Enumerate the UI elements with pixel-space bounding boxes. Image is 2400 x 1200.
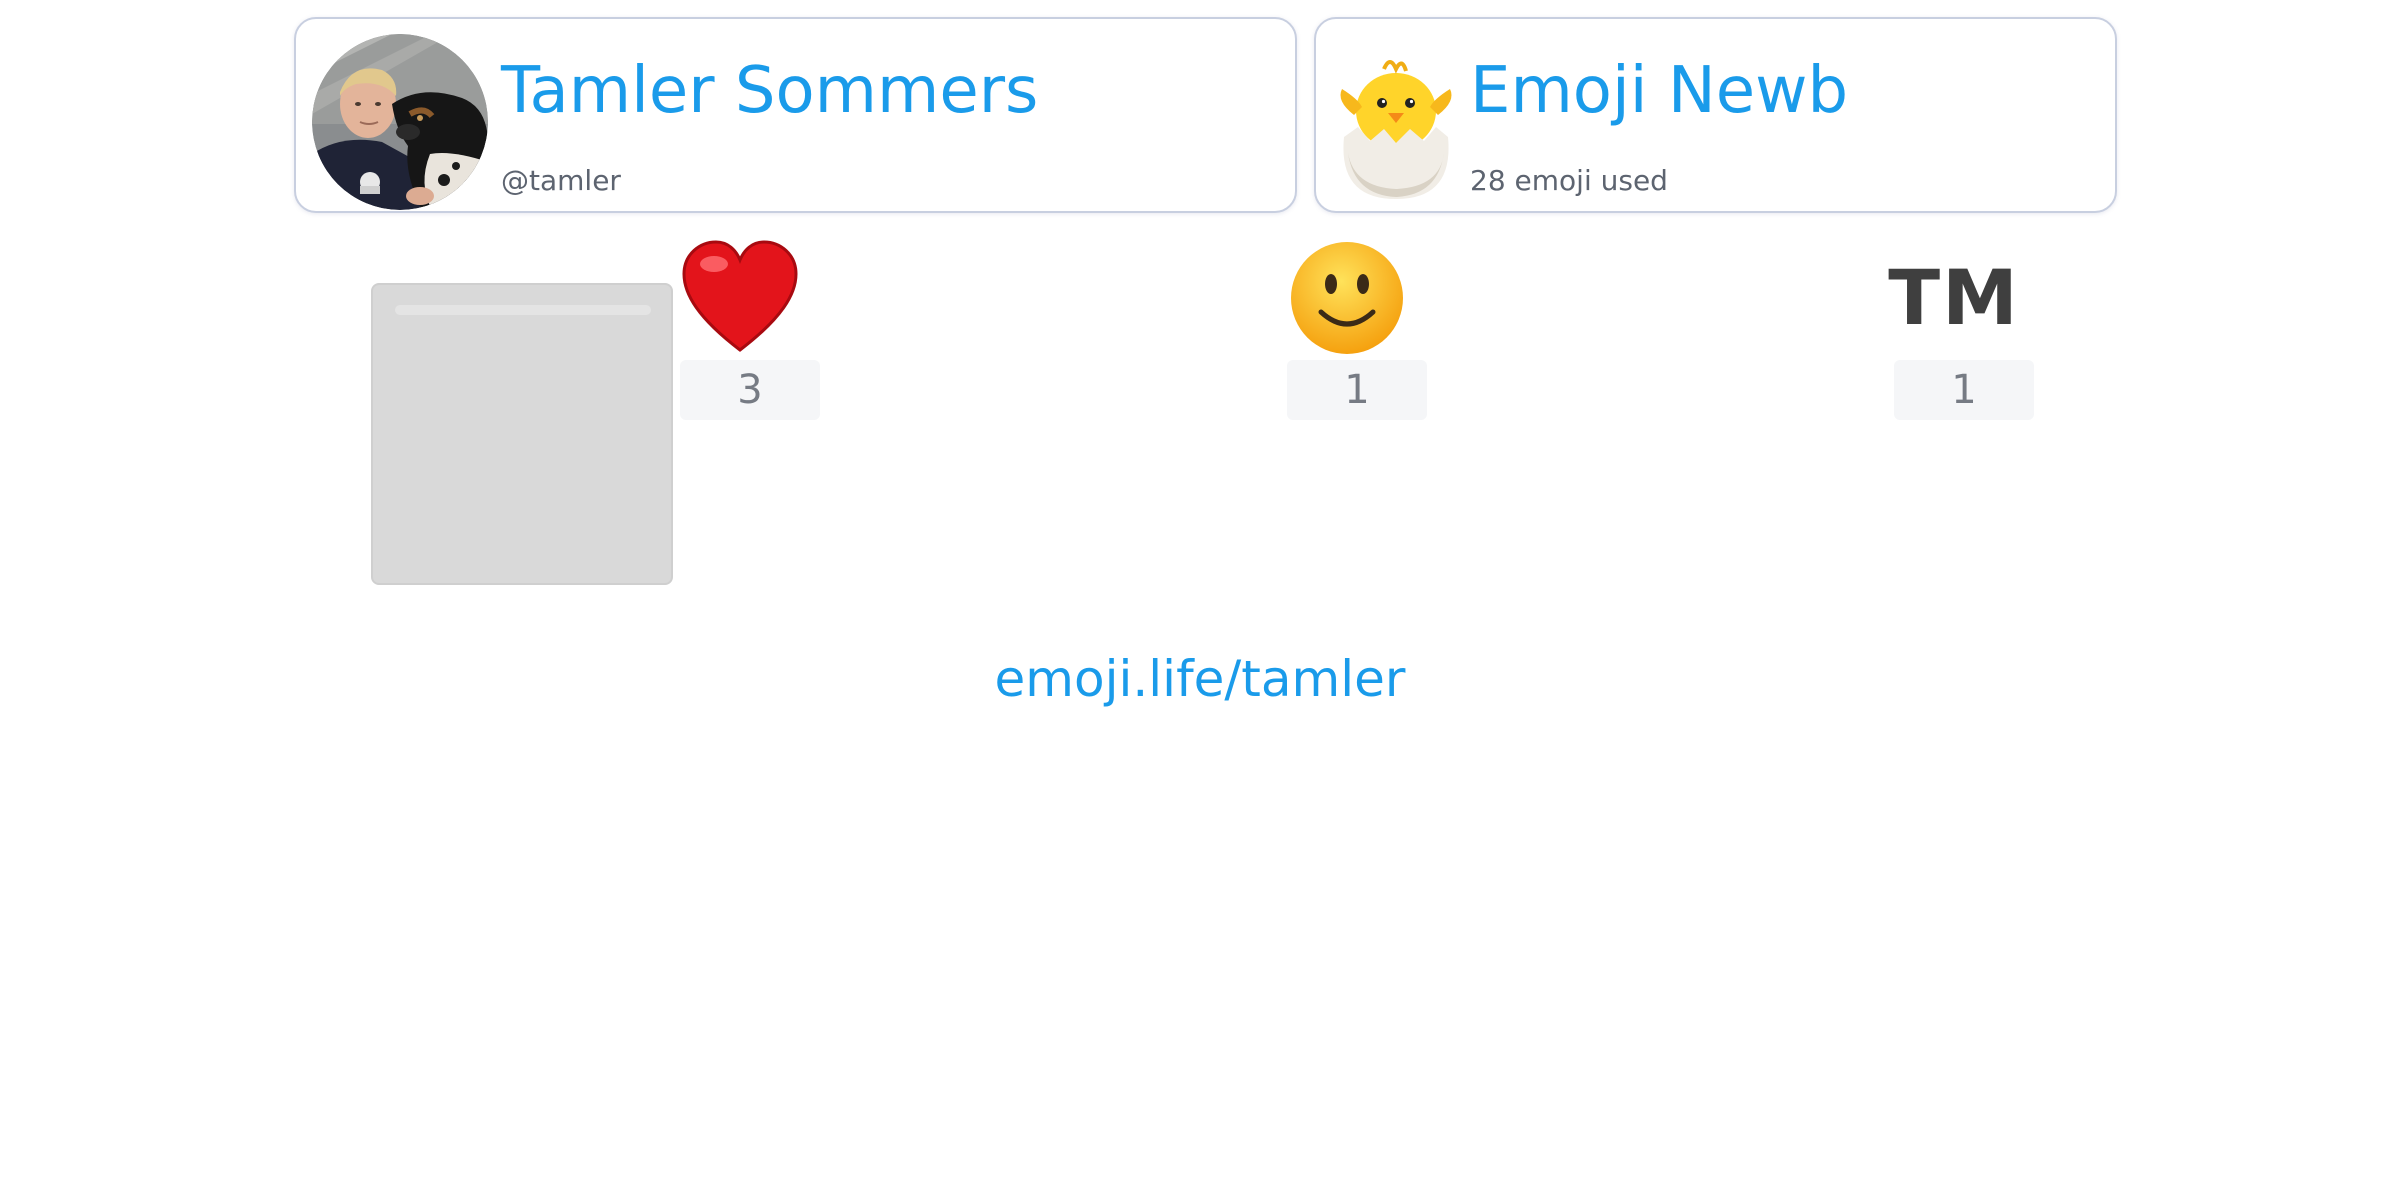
- avatar-photo-icon: [312, 34, 488, 210]
- emoji-item-smile[interactable]: 1: [1287, 238, 1437, 422]
- placeholder-bar: [395, 305, 651, 315]
- rank-title: Emoji Newb: [1470, 54, 1849, 128]
- hatching-chick-icon: [1330, 49, 1462, 201]
- emoji-count: 1: [1894, 360, 2034, 420]
- user-handle: @tamler: [501, 164, 621, 197]
- emoji-item-trademark[interactable]: TM 1: [1888, 238, 2044, 422]
- user-avatar[interactable]: [312, 34, 488, 210]
- slightly-smiling-face-icon: [1287, 238, 1407, 358]
- emoji-count: 3: [680, 360, 820, 420]
- trademark-icon: TM: [1888, 238, 2017, 358]
- user-name[interactable]: Tamler Sommers: [501, 59, 1038, 123]
- emoji-item-heart[interactable]: 3: [680, 238, 830, 422]
- rank-card[interactable]: Emoji Newb 28 emoji used: [1314, 17, 2117, 213]
- red-heart-icon: [680, 238, 800, 358]
- page: Tamler Sommers @tamler Emoji Newb 28 emo…: [0, 0, 2400, 1200]
- image-placeholder: [371, 283, 673, 585]
- user-card[interactable]: Tamler Sommers @tamler: [294, 17, 1297, 213]
- emoji-count: 1: [1287, 360, 1427, 420]
- trademark-glyph: TM: [1888, 253, 2020, 342]
- rank-subtitle: 28 emoji used: [1470, 164, 1668, 197]
- profile-link[interactable]: emoji.life/tamler: [0, 650, 2400, 708]
